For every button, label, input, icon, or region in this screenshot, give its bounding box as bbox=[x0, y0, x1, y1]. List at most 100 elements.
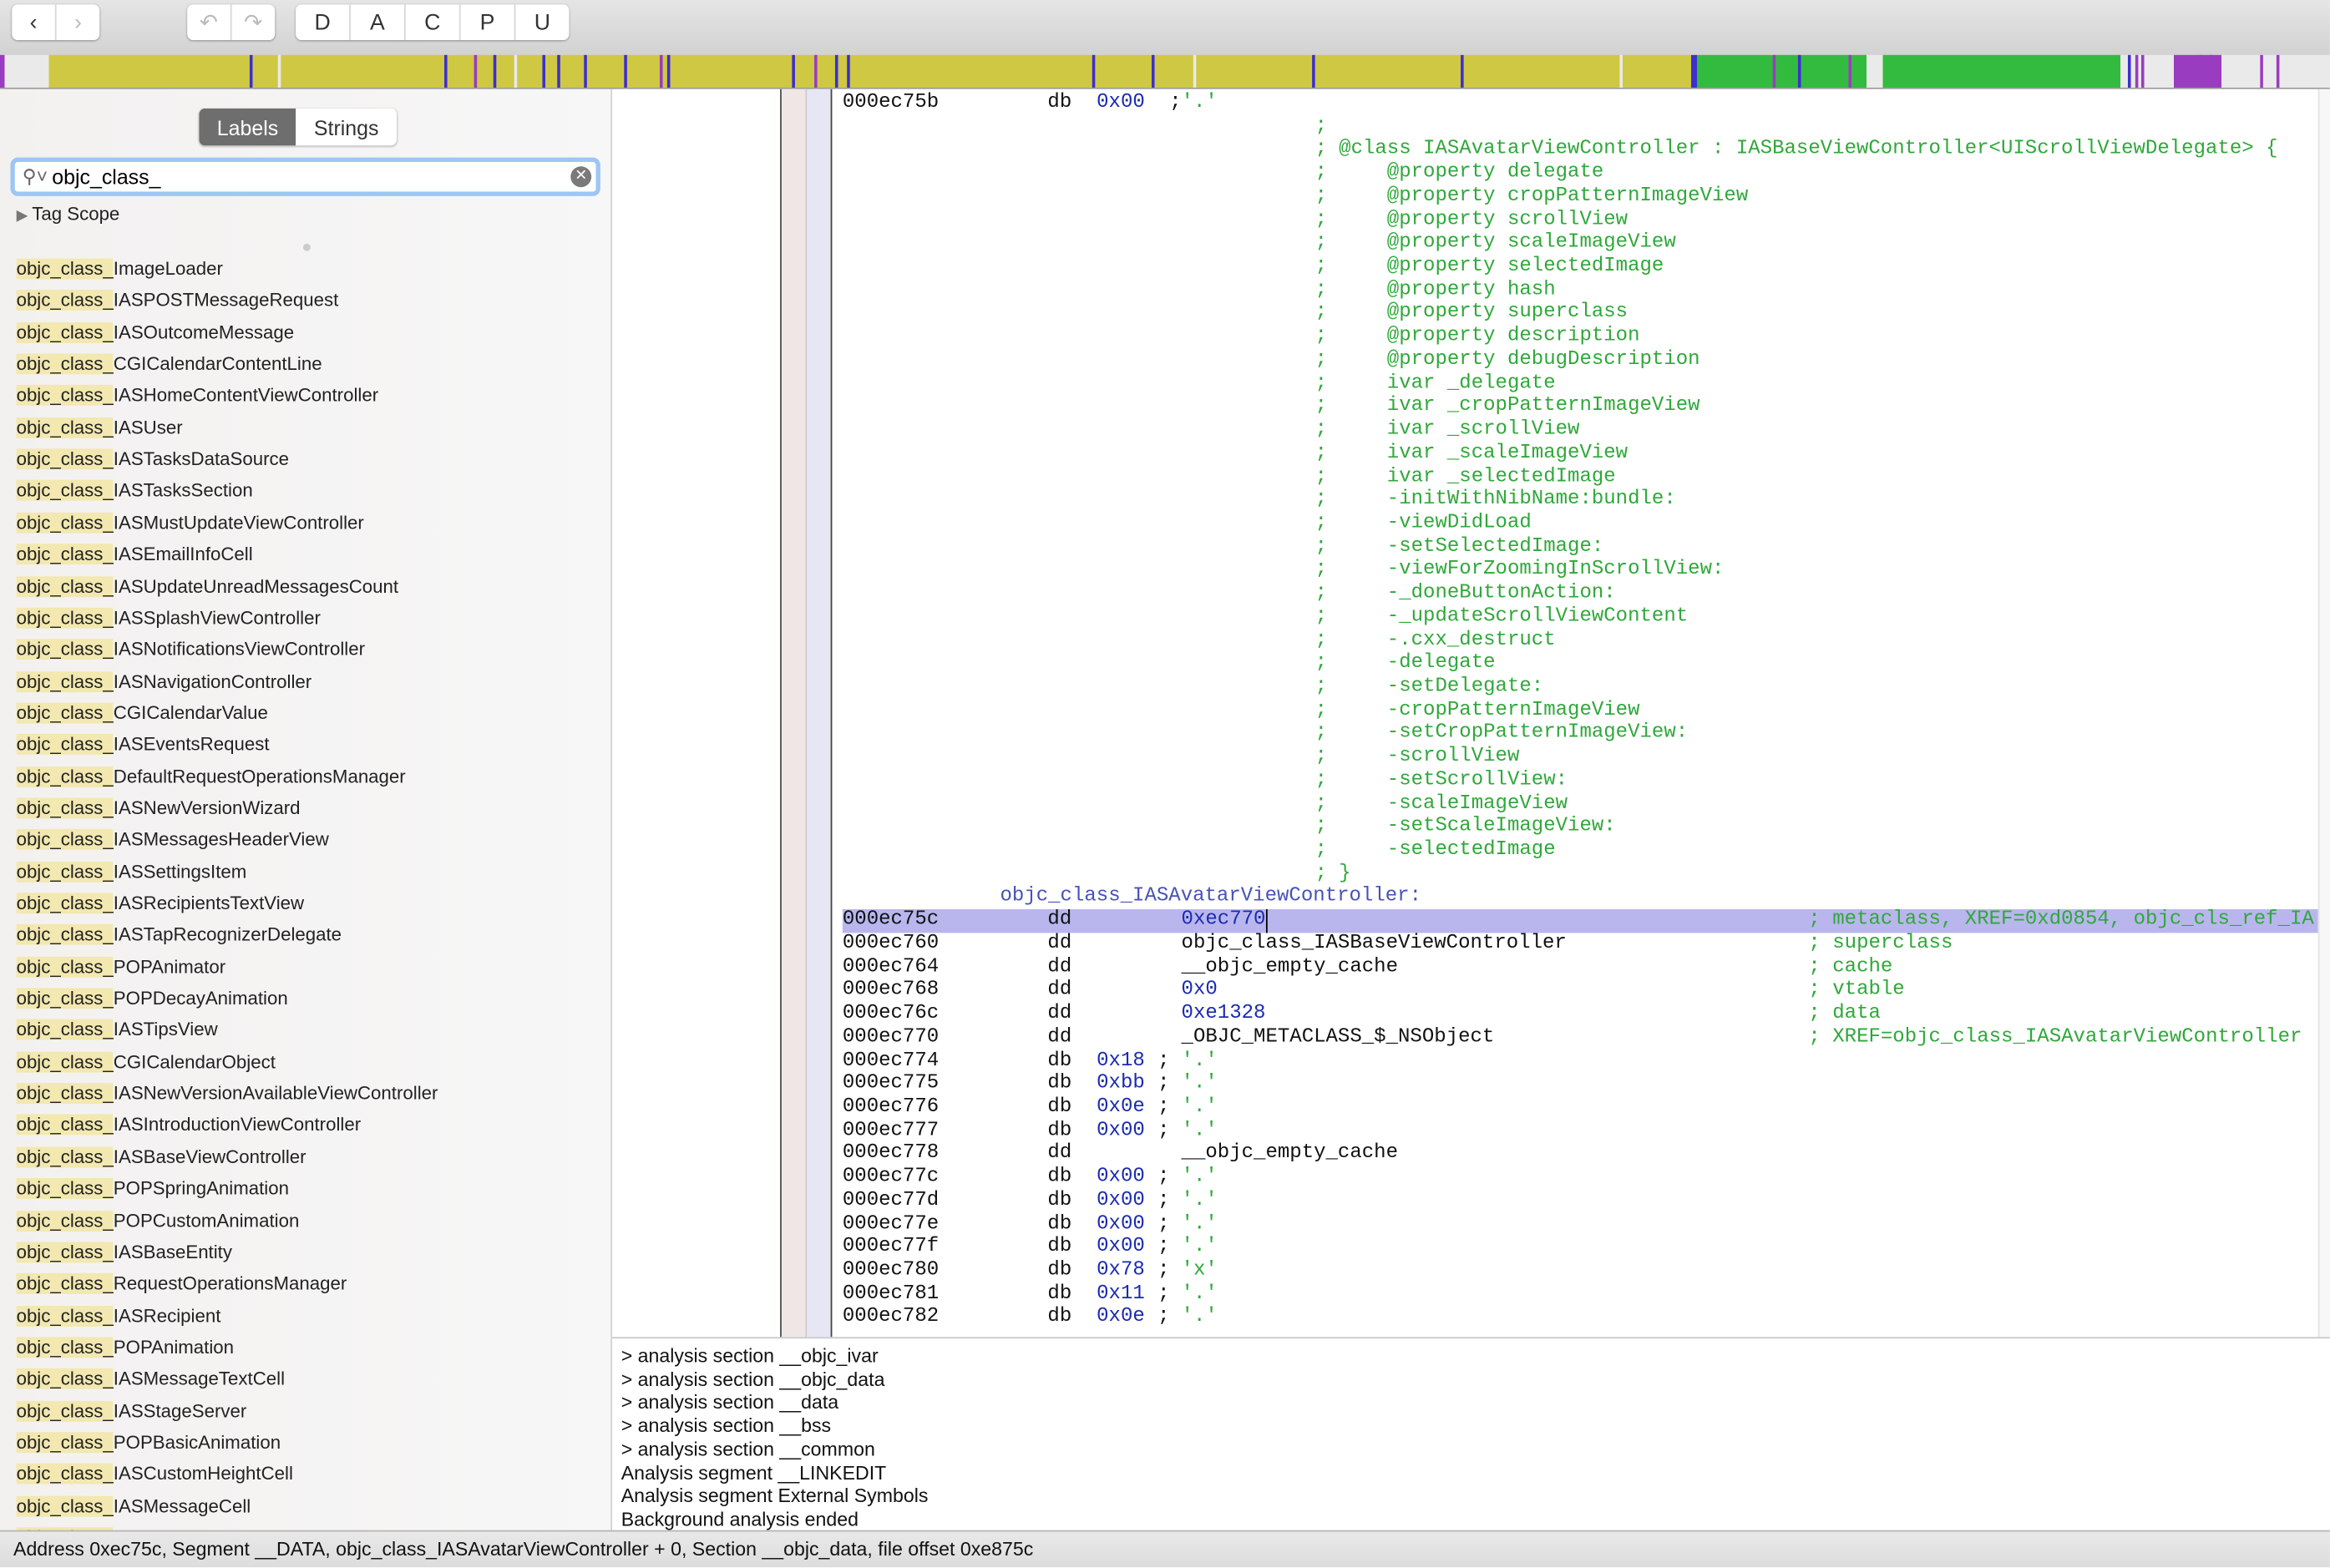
label-list-item[interactable]: objc_class_IASTapRecognizerDelegate bbox=[16, 922, 342, 948]
undo-button[interactable]: ↶ bbox=[187, 4, 232, 41]
mode-undefined-button[interactable]: U bbox=[515, 4, 569, 40]
label-list-item[interactable]: objc_class_IASOutcomeMessage bbox=[16, 319, 295, 346]
code-line[interactable]: ; -_doneButtonAction: bbox=[612, 583, 2330, 606]
label-list-item[interactable]: objc_class_RequestOperationsManager bbox=[16, 1271, 347, 1297]
label-list-item[interactable]: objc_class_IASNewVersionWizard bbox=[16, 795, 301, 822]
code-line[interactable]: ; @property scaleImageView bbox=[612, 232, 2330, 255]
clear-search-icon[interactable]: ✕ bbox=[570, 166, 592, 188]
label-list-item[interactable]: objc_class_POPAnimation bbox=[16, 1334, 234, 1361]
label-list-item[interactable]: objc_class_CGICalendarValue bbox=[16, 700, 268, 726]
code-line[interactable]: ; -_updateScrollViewContent bbox=[612, 606, 2330, 630]
code-line[interactable]: 000ec781 db 0x11; '.' bbox=[612, 1283, 2330, 1307]
label-list-item[interactable]: objc_class_IASStageServer bbox=[16, 1398, 247, 1424]
code-line[interactable]: ; -cropPatternImageView bbox=[612, 700, 2330, 723]
label-list-item[interactable]: objc_class_POPAnimator bbox=[16, 953, 226, 980]
code-line[interactable]: 000ec778 dd __objc_empty_cache bbox=[612, 1143, 2330, 1166]
label-list-item[interactable]: objc_class_IASMessageCell bbox=[16, 1493, 251, 1520]
vertical-scrollbar[interactable] bbox=[2317, 89, 2330, 1338]
label-list-item[interactable]: objc_class_CGICalendarContentLine bbox=[16, 351, 322, 377]
label-list-item[interactable]: objc_class_IASTasksSection bbox=[16, 478, 253, 504]
code-line[interactable]: ; bbox=[612, 115, 2330, 139]
mode-ascii-button[interactable]: A bbox=[351, 4, 406, 41]
mode-data-button[interactable]: D bbox=[296, 4, 351, 41]
code-line[interactable]: ; -setSelectedImage: bbox=[612, 536, 2330, 559]
code-line[interactable]: ; @property hash bbox=[612, 279, 2330, 302]
code-line[interactable]: ; -setDelegate: bbox=[612, 676, 2330, 700]
mode-code-button[interactable]: C bbox=[406, 4, 461, 41]
code-line[interactable]: ; @property delegate bbox=[612, 162, 2330, 185]
label-list-item[interactable]: objc_class_IASUpdateUnreadMessagesCount bbox=[16, 573, 398, 599]
code-line[interactable]: ; @property debugDescription bbox=[612, 349, 2330, 372]
disassembly-view[interactable]: 000ec75b db 0x00; '.';; @class IASAvatarView… bbox=[612, 89, 2330, 1338]
label-list-item[interactable]: objc_class_IASRecipientsTextView bbox=[16, 890, 305, 917]
search-icon[interactable]: ⚲˅ bbox=[23, 165, 48, 189]
label-list-item[interactable]: objc_class_IASSplashViewController bbox=[16, 604, 321, 631]
segment-navigation-bar[interactable] bbox=[0, 54, 2330, 89]
code-line[interactable]: ; @class IASAvatarViewController : IASBas… bbox=[612, 139, 2330, 162]
label-list-item[interactable]: objc_class_IASBaseEntity bbox=[16, 1239, 232, 1266]
code-line[interactable]: ; @property scrollView bbox=[612, 209, 2330, 232]
label-list-item[interactable]: objc_class_DefaultRequestOperationsManag… bbox=[16, 763, 406, 790]
code-line[interactable]: ; -delegate bbox=[612, 653, 2330, 676]
back-button[interactable]: ‹ bbox=[12, 4, 57, 41]
code-line[interactable]: ; ivar _delegate bbox=[612, 372, 2330, 396]
code-line[interactable]: 000ec77e db 0x00; '.' bbox=[612, 1213, 2330, 1237]
code-line[interactable]: 000ec764 dd __objc_empty_cache ; cache bbox=[612, 956, 2330, 979]
code-line[interactable]: ;} bbox=[612, 862, 2330, 886]
label-list-item[interactable]: objc_class_IASNavigationController bbox=[16, 668, 312, 695]
label-list-item[interactable]: objc_class_IASMessageTextCell bbox=[16, 1366, 285, 1393]
code-line[interactable]: 000ec760 dd objc_class_IASBaseViewControll… bbox=[612, 933, 2330, 956]
code-line[interactable]: ; ivar _cropPatternImageView bbox=[612, 396, 2330, 419]
label-list-item[interactable]: objc_class_IASHomeContentViewController bbox=[16, 382, 379, 409]
search-input[interactable] bbox=[52, 163, 558, 190]
label-list-item[interactable]: objc_class_ImageLoader bbox=[16, 255, 223, 282]
label-list-item[interactable]: objc_class_IASMessagesHeaderView bbox=[16, 827, 329, 853]
tab-strings[interactable]: Strings bbox=[296, 109, 397, 145]
label-list-item[interactable]: objc_class_IASTasksDataSource bbox=[16, 446, 289, 473]
code-line[interactable]: objc_class_IASAvatarViewController: bbox=[612, 886, 2330, 909]
label-list-item[interactable]: objc_class_IASCustomHeightCell bbox=[16, 1461, 293, 1488]
code-line[interactable]: 000ec768 dd 0x0 ; vtable bbox=[612, 979, 2330, 1003]
label-list-item[interactable]: objc_class_IASSettingsItem bbox=[16, 858, 247, 885]
code-line[interactable]: 000ec75c dd 0xec770 ; metaclass, XREF=0xd08… bbox=[842, 909, 2318, 933]
forward-button[interactable]: › bbox=[57, 4, 100, 40]
code-line[interactable]: ; -scaleImageView bbox=[612, 792, 2330, 816]
code-line[interactable]: 000ec77f db 0x00; '.' bbox=[612, 1237, 2330, 1260]
code-line[interactable]: ; @property selectedImage bbox=[612, 255, 2330, 279]
code-line[interactable]: 000ec775 db 0xbb; '.' bbox=[612, 1073, 2330, 1096]
label-list-item[interactable]: objc_class_IASRecipient bbox=[16, 1302, 221, 1329]
label-list-item[interactable]: objc_class_IASEventsRequest bbox=[16, 731, 270, 758]
code-line[interactable]: ; ivar _scrollView bbox=[612, 419, 2330, 443]
code-line[interactable]: ; @property description bbox=[612, 326, 2330, 349]
code-line[interactable]: 000ec770 dd _OBJC_METACLASS_$_NSObject ; XR… bbox=[612, 1026, 2330, 1050]
label-list-item[interactable]: objc_class_CGICalendarObject bbox=[16, 1049, 276, 1075]
code-line[interactable]: 000ec782 db 0x0e; '.' bbox=[612, 1307, 2330, 1330]
label-list-item[interactable]: objc_class_IASTipsView bbox=[16, 1017, 218, 1044]
code-line[interactable]: 000ec77d db 0x00; '.' bbox=[612, 1190, 2330, 1213]
code-line[interactable]: ; @property cropPatternImageView bbox=[612, 185, 2330, 209]
code-line[interactable]: ; ivar _selectedImage bbox=[612, 466, 2330, 489]
tag-scope-toggle[interactable]: ▶ Tag Scope bbox=[17, 204, 120, 225]
code-line[interactable]: 000ec77c db 0x00; '.' bbox=[612, 1166, 2330, 1190]
code-line[interactable]: ; ivar _scaleImageView bbox=[612, 443, 2330, 466]
label-list-item[interactable]: objc_class_IASPOSTMessageRequest bbox=[16, 287, 339, 314]
label-list-item[interactable]: objc_class_IASEmailInfoCell bbox=[16, 541, 253, 568]
code-line[interactable]: ; -selectedImage bbox=[612, 839, 2330, 862]
label-list-item[interactable]: objc_class_POPDecayAnimation bbox=[16, 985, 288, 1012]
code-line[interactable]: ; @property superclass bbox=[612, 302, 2330, 326]
code-line[interactable]: ; -viewDidLoad bbox=[612, 513, 2330, 536]
label-list-item[interactable]: objc_class_IASUser bbox=[16, 414, 183, 441]
label-list-item[interactable]: objc_class_POPSpringAnimation bbox=[16, 1176, 289, 1202]
code-line[interactable]: ; -initWithNibName:bundle: bbox=[612, 489, 2330, 513]
code-line[interactable]: 000ec774 db 0x18; '.' bbox=[612, 1050, 2330, 1073]
tab-labels[interactable]: Labels bbox=[199, 108, 296, 146]
code-line[interactable]: 000ec75b db 0x00; '.' bbox=[612, 92, 2330, 115]
label-list-item[interactable]: objc_class_IASNotificationsViewControlle… bbox=[16, 636, 365, 663]
code-line[interactable]: ; -scrollView bbox=[612, 746, 2330, 769]
code-line[interactable]: 000ec776 db 0x0e; '.' bbox=[612, 1096, 2330, 1120]
code-line[interactable]: ; -setCropPatternImageView: bbox=[612, 723, 2330, 746]
code-line[interactable]: ; -setScaleImageView: bbox=[612, 816, 2330, 839]
code-line[interactable]: 000ec777 db 0x00; '.' bbox=[612, 1120, 2330, 1143]
code-line[interactable]: 000ec76c dd 0xe1328 ; data bbox=[612, 1003, 2330, 1026]
label-list-item[interactable]: objc_class_IASNewVersionAvailableViewCon… bbox=[16, 1080, 438, 1107]
